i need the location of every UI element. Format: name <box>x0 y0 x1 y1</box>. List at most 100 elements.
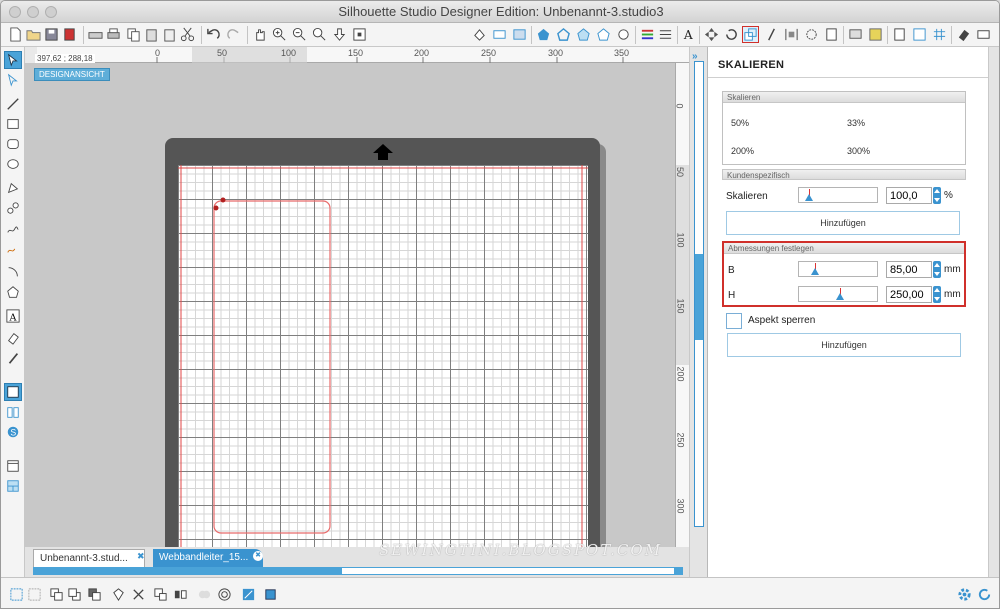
polygon-tool-icon[interactable] <box>4 179 22 197</box>
aspect-lock-checkbox[interactable] <box>726 313 742 329</box>
bring-to-front-icon[interactable] <box>47 585 65 603</box>
height-input[interactable] <box>886 286 932 303</box>
print-icon[interactable] <box>105 26 122 43</box>
eraser-icon[interactable] <box>955 26 972 43</box>
offset-icon[interactable] <box>555 26 572 43</box>
curve-tool-icon[interactable] <box>4 199 22 217</box>
bring-forward-icon[interactable] <box>85 585 103 603</box>
cut-scissors-icon[interactable] <box>179 26 196 43</box>
horizontal-scrollbar[interactable] <box>33 567 683 575</box>
zoom-out-icon[interactable] <box>291 26 308 43</box>
grid-settings-icon[interactable] <box>931 26 948 43</box>
slider-thumb[interactable] <box>805 194 813 201</box>
fill-icon[interactable] <box>109 585 127 603</box>
store-icon[interactable] <box>847 26 864 43</box>
fit-to-window-icon[interactable] <box>351 26 368 43</box>
width-stepper[interactable] <box>933 261 941 278</box>
point-edit-icon[interactable] <box>4 71 22 89</box>
align-icon[interactable] <box>783 26 800 43</box>
compound-path-icon[interactable] <box>239 585 257 603</box>
split-panel-icon[interactable] <box>4 477 22 495</box>
sketch-icon[interactable] <box>595 26 612 43</box>
preset-50[interactable]: 50% <box>731 118 749 128</box>
add-dimensions-button[interactable]: Hinzufügen <box>727 333 961 357</box>
window-panel-icon[interactable] <box>4 457 22 475</box>
tab-close-icon[interactable]: ✖ <box>253 551 263 561</box>
duplicate-icon[interactable] <box>151 585 169 603</box>
trace-icon[interactable] <box>575 26 592 43</box>
line-style-icon[interactable] <box>491 26 508 43</box>
settings-gear-icon[interactable] <box>955 585 973 603</box>
knife-icon[interactable] <box>615 26 632 43</box>
scale-percent-input[interactable] <box>886 187 932 204</box>
paste-icon[interactable] <box>143 26 160 43</box>
height-slider[interactable] <box>798 286 878 302</box>
redo-icon[interactable] <box>225 26 242 43</box>
rounded-rectangle-shape[interactable] <box>213 200 331 534</box>
send-panel-icon[interactable] <box>975 26 992 43</box>
edit-point[interactable] <box>213 205 219 211</box>
rotate-icon[interactable] <box>723 26 740 43</box>
select-arrow-icon[interactable] <box>4 51 22 69</box>
panel-collapse-strip[interactable]: » <box>689 47 707 577</box>
paste-in-front-icon[interactable] <box>161 26 178 43</box>
shear-icon[interactable] <box>763 26 780 43</box>
tab-unbenannt[interactable]: Unbenannt-3.stud... <box>33 549 145 567</box>
release-compound-icon[interactable] <box>261 585 279 603</box>
mirror-icon[interactable] <box>171 585 189 603</box>
page-setup-icon[interactable] <box>891 26 908 43</box>
preset-33[interactable]: 33% <box>847 118 865 128</box>
edit-point[interactable] <box>220 197 226 203</box>
send-to-back-icon[interactable] <box>65 585 83 603</box>
tab-close-icon[interactable]: ✖ <box>137 551 145 562</box>
save-icon[interactable] <box>43 26 60 43</box>
vertical-scrollbar[interactable] <box>694 61 704 527</box>
group-icon[interactable] <box>7 585 25 603</box>
delete-x-icon[interactable] <box>129 585 147 603</box>
replicate-icon[interactable] <box>703 26 720 43</box>
tab-webbandleiter[interactable]: Webbandleiter_15... <box>153 549 263 567</box>
registration-marks-icon[interactable] <box>911 26 928 43</box>
fill-color-icon[interactable] <box>471 26 488 43</box>
smooth-freehand-tool-icon[interactable] <box>4 239 22 257</box>
knife-tool-icon[interactable] <box>4 349 22 367</box>
new-document-icon[interactable] <box>7 26 24 43</box>
online-store-icon[interactable]: S <box>4 423 22 441</box>
slider-thumb[interactable] <box>811 268 819 275</box>
minimize-window-button[interactable] <box>27 6 39 18</box>
library-view-icon[interactable] <box>4 403 22 421</box>
pan-hand-icon[interactable] <box>251 26 268 43</box>
ellipse-tool-icon[interactable] <box>4 155 22 173</box>
transform-icon[interactable] <box>803 26 820 43</box>
zoom-select-icon[interactable] <box>311 26 328 43</box>
freehand-tool-icon[interactable] <box>4 219 22 237</box>
copy-icon[interactable] <box>125 26 142 43</box>
cut-settings-line-icon[interactable] <box>657 26 674 43</box>
add-custom-scale-button[interactable]: Hinzufügen <box>726 211 960 235</box>
scale-percent-stepper[interactable] <box>933 187 941 204</box>
library-panel-icon[interactable] <box>867 26 884 43</box>
scale-slider[interactable] <box>798 187 878 203</box>
offset-ring-icon[interactable] <box>215 585 233 603</box>
regular-polygon-tool-icon[interactable] <box>4 283 22 301</box>
weld-icon[interactable] <box>195 585 213 603</box>
cut-settings-color-icon[interactable] <box>639 26 656 43</box>
rectangle-tool-icon[interactable] <box>4 115 22 133</box>
line-tool-icon[interactable] <box>4 95 22 113</box>
undo-icon[interactable] <box>205 26 222 43</box>
shadow-icon[interactable] <box>535 26 552 43</box>
ungroup-icon[interactable] <box>25 585 43 603</box>
modify-icon[interactable] <box>823 26 840 43</box>
width-input[interactable] <box>886 261 932 278</box>
height-stepper[interactable] <box>933 286 941 303</box>
text-tool-icon[interactable]: A <box>680 26 697 43</box>
arc-tool-icon[interactable] <box>4 263 22 281</box>
eraser-tool-icon[interactable] <box>4 329 22 347</box>
close-window-button[interactable] <box>9 6 21 18</box>
send-to-cutter-icon[interactable] <box>87 26 104 43</box>
sync-refresh-icon[interactable] <box>975 585 993 603</box>
width-slider[interactable] <box>798 261 878 277</box>
rounded-rectangle-tool-icon[interactable] <box>4 135 22 153</box>
preset-300[interactable]: 300% <box>847 146 870 156</box>
zoom-window-button[interactable] <box>45 6 57 18</box>
